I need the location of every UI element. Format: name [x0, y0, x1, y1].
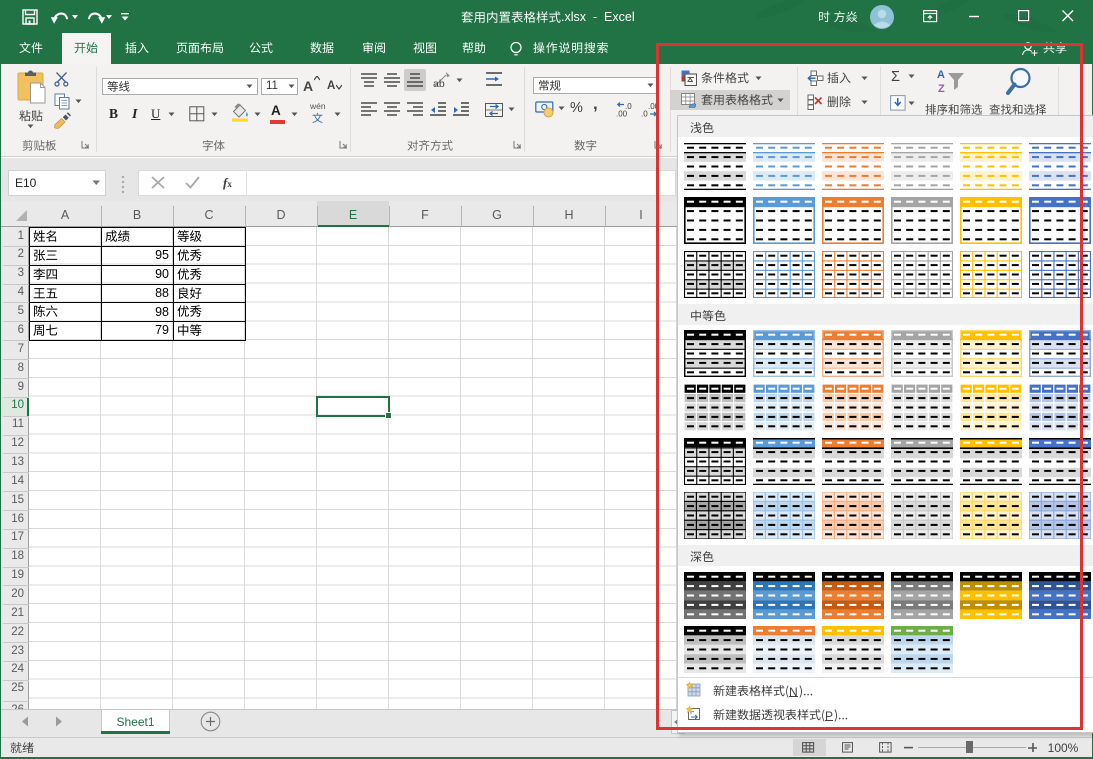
svg-text:.00: .00	[616, 110, 628, 118]
svg-text:.0: .0	[641, 110, 648, 118]
